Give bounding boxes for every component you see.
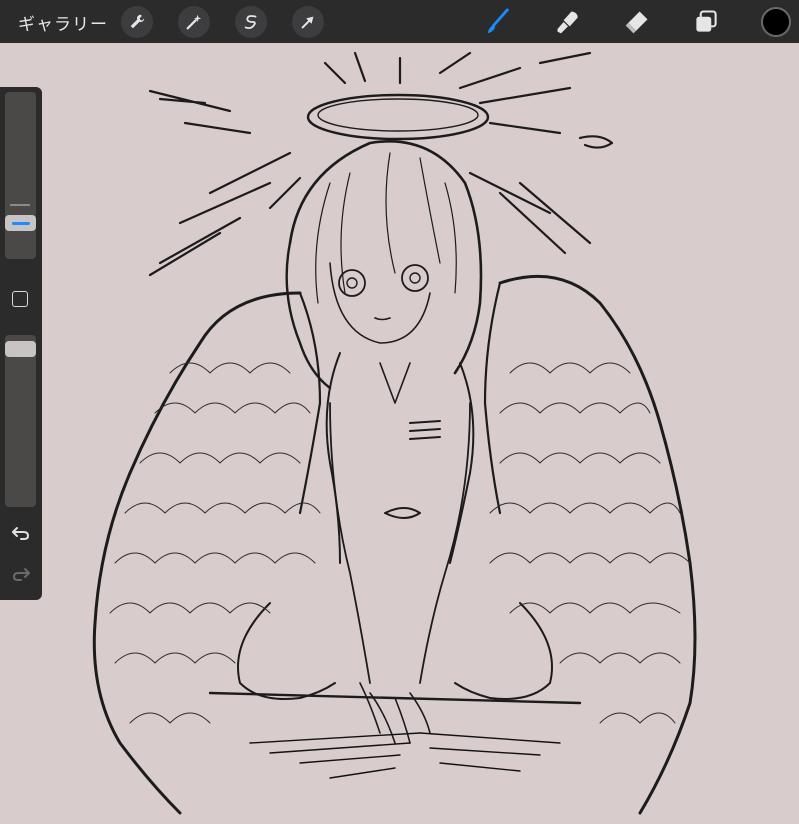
selection-icon: [244, 15, 257, 30]
brush-opacity-slider[interactable]: [5, 335, 36, 507]
eraser-button[interactable]: [621, 6, 653, 38]
smudge-button[interactable]: [552, 6, 584, 38]
wrench-icon: [130, 14, 145, 29]
top-toolbar: ギャラリー: [0, 0, 799, 43]
transform-button[interactable]: [292, 6, 324, 38]
drawing-canvas[interactable]: [0, 43, 799, 824]
smudge-icon: [557, 11, 578, 34]
layers-button[interactable]: [690, 6, 722, 38]
color-picker-button[interactable]: [761, 7, 791, 37]
brush-opacity-thumb[interactable]: [5, 341, 36, 357]
angel-sketch-artwork: [92, 51, 697, 815]
size-thumb-indicator: [11, 221, 30, 225]
selection-button[interactable]: [235, 6, 267, 38]
undo-icon[interactable]: [10, 522, 32, 544]
brush-button[interactable]: [482, 6, 514, 38]
eraser-icon: [625, 11, 648, 34]
gallery-button[interactable]: ギャラリー: [18, 10, 108, 35]
size-slider-marker: [10, 204, 30, 206]
magic-wand-icon: [186, 14, 202, 30]
actions-button[interactable]: [121, 6, 153, 38]
layers-icon: [696, 10, 717, 32]
brush-size-slider[interactable]: [5, 92, 36, 259]
brush-icon: [487, 8, 509, 34]
transform-arrow-icon: [301, 16, 314, 29]
brush-size-thumb[interactable]: [5, 215, 36, 231]
modify-button[interactable]: [12, 291, 28, 307]
adjustments-button[interactable]: [178, 6, 210, 38]
redo-icon[interactable]: [10, 563, 32, 585]
left-sidebar: [0, 87, 42, 600]
